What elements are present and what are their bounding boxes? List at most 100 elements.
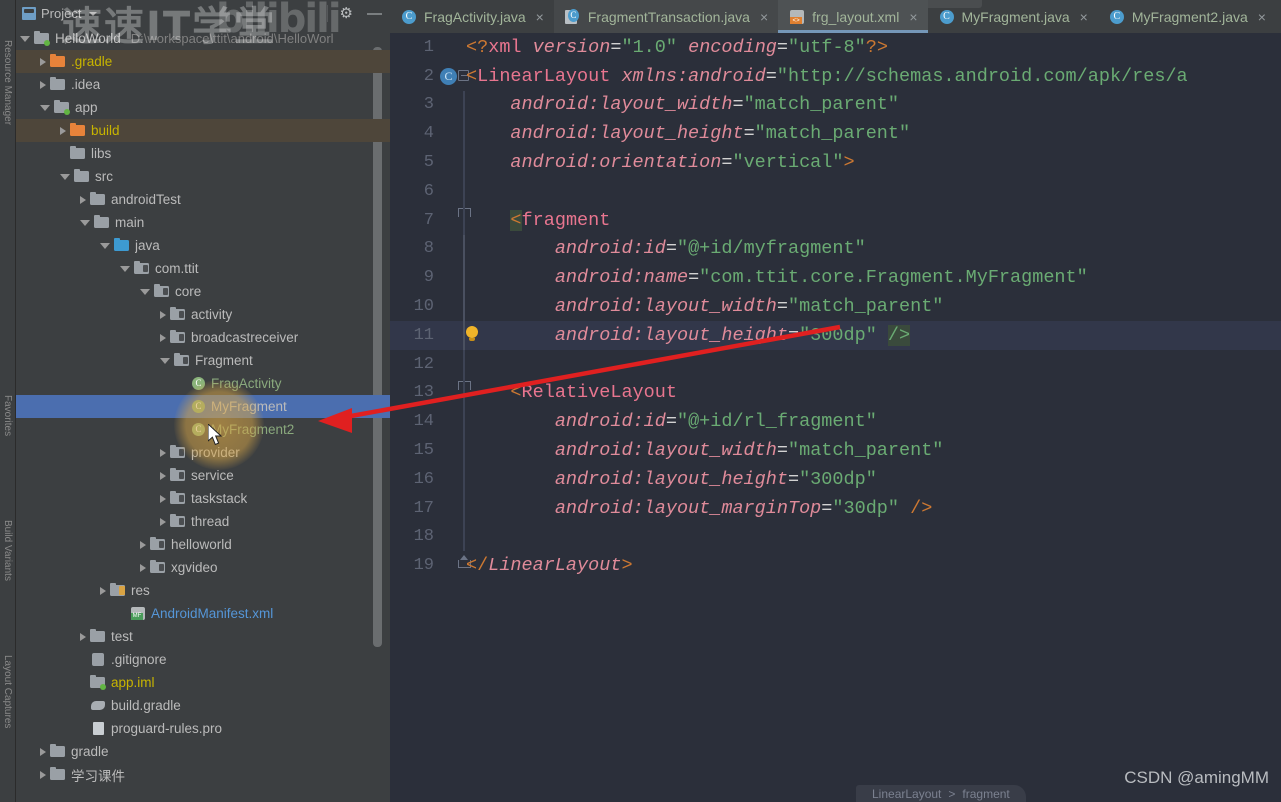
gutter-marker[interactable] xyxy=(434,464,466,494)
tree-row--idea[interactable]: .idea xyxy=(16,73,390,96)
tree-row-service[interactable]: service xyxy=(16,464,390,487)
code-line-10[interactable]: 10 android:layout_width="match_parent" xyxy=(390,292,1281,321)
chevron-right-icon[interactable] xyxy=(160,310,166,319)
chevron-down-icon[interactable] xyxy=(60,173,70,180)
tool-window-strip[interactable]: Resource Manager Favorites Build Variant… xyxy=(0,0,16,802)
tree-row-fragment[interactable]: Fragment xyxy=(16,349,390,372)
chevron-right-icon[interactable] xyxy=(160,471,166,480)
tree-row-com-ttit[interactable]: com.ttit xyxy=(16,257,390,280)
chevron-right-icon[interactable] xyxy=(80,632,86,641)
chevron-right-icon[interactable] xyxy=(160,448,166,457)
tree-row-app[interactable]: app xyxy=(16,96,390,119)
close-icon[interactable]: × xyxy=(909,9,917,25)
gutter-marker[interactable] xyxy=(434,320,478,350)
toolstrip-item-build-variants[interactable]: Build Variants xyxy=(2,520,13,581)
code-line-16[interactable]: 16 android:layout_height="300dp" xyxy=(390,464,1281,494)
code-line-8[interactable]: 8 android:id="@+id/myfragment" xyxy=(390,234,1281,264)
code-line-18[interactable]: 18 xyxy=(390,522,1281,552)
gutter-marker[interactable] xyxy=(434,176,466,206)
editor-tab-fragmenttransaction[interactable]: C FragmentTransaction.java × xyxy=(553,0,779,33)
tree-row-androidtest[interactable]: androidTest xyxy=(16,188,390,211)
chevron-right-icon[interactable] xyxy=(40,770,46,779)
tree-row-java[interactable]: java xyxy=(16,234,390,257)
gutter-marker[interactable] xyxy=(434,407,466,437)
code-line-14[interactable]: 14 android:id="@+id/rl_fragment" xyxy=(390,407,1281,437)
gutter-marker[interactable] xyxy=(434,148,466,177)
gutter-marker[interactable] xyxy=(434,378,471,408)
code-line-3[interactable]: 3 android:layout_width="match_parent" xyxy=(390,90,1281,120)
gutter-marker[interactable] xyxy=(434,349,466,379)
tree-row-core[interactable]: core xyxy=(16,280,390,303)
tree-row-app-iml[interactable]: app.iml xyxy=(16,671,390,694)
breadcrumb[interactable]: LinearLayout > fragment xyxy=(856,785,1026,802)
close-icon[interactable]: × xyxy=(1080,9,1088,25)
tree-row--[interactable]: 学习课件 xyxy=(16,763,390,786)
toolstrip-item-favorites[interactable]: Favorites xyxy=(2,395,13,436)
tree-row-taskstack[interactable]: taskstack xyxy=(16,487,390,510)
gutter-marker[interactable] xyxy=(434,90,466,120)
close-icon[interactable]: × xyxy=(536,9,544,25)
minimize-icon[interactable]: — xyxy=(367,6,382,21)
gutter-marker[interactable] xyxy=(434,493,466,523)
gutter-marker[interactable]: C xyxy=(434,62,469,91)
tree-row-xgvideo[interactable]: xgvideo xyxy=(16,556,390,579)
code-line-7[interactable]: 7 <fragment xyxy=(390,205,1281,235)
gear-icon[interactable]: ⚙ xyxy=(340,6,353,21)
tree-row-main[interactable]: main xyxy=(16,211,390,234)
chevron-right-icon[interactable] xyxy=(60,126,66,135)
editor-tab-frg-layout-xml[interactable]: frg_layout.xml × xyxy=(778,0,928,33)
code-line-2[interactable]: 2 C <LinearLayout xmlns:android="http://sc… xyxy=(390,62,1281,91)
gutter-marker[interactable] xyxy=(434,205,471,235)
tree-row-libs[interactable]: libs xyxy=(16,142,390,165)
chevron-right-icon[interactable] xyxy=(100,586,106,595)
tree-row-broadcastreceiver[interactable]: broadcastreceiver xyxy=(16,326,390,349)
gutter-marker[interactable] xyxy=(434,436,466,465)
editor-tab-myfragment2[interactable]: C MyFragment2.java × xyxy=(1098,0,1276,33)
code-line-15[interactable]: 15 android:layout_width="match_parent" xyxy=(390,436,1281,465)
chevron-right-icon[interactable] xyxy=(40,747,46,756)
tree-row-fragactivity[interactable]: C FragActivity xyxy=(16,372,390,395)
chevron-right-icon[interactable] xyxy=(80,195,86,204)
code-line-11[interactable]: 11 android:layout_height="300dp" /> xyxy=(390,320,1281,350)
gutter-marker[interactable] xyxy=(434,33,466,62)
editor-tab-bar[interactable]: C FragActivity.java × C FragmentTransact… xyxy=(390,0,1281,33)
chevron-right-icon[interactable] xyxy=(160,494,166,503)
breadcrumb-item-0[interactable]: LinearLayout xyxy=(872,787,941,801)
gutter-marker[interactable] xyxy=(434,292,466,321)
tree-row--gitignore[interactable]: .gitignore xyxy=(16,648,390,671)
gutter-marker[interactable] xyxy=(434,263,466,293)
toolstrip-item-layout-captures[interactable]: Layout Captures xyxy=(2,655,13,728)
code-content[interactable]: 1 <?xml version="1.0" encoding="utf-8"?> 2… xyxy=(390,33,1281,802)
tree-row-helloworld[interactable]: helloworld xyxy=(16,533,390,556)
tree-row-build-gradle[interactable]: build.gradle xyxy=(16,694,390,717)
close-icon[interactable]: × xyxy=(1258,9,1266,25)
tree-row-myfragment2[interactable]: C MyFragment2 xyxy=(16,418,390,441)
tree-row-proguard-rules-pro[interactable]: proguard-rules.pro xyxy=(16,717,390,740)
code-line-9[interactable]: 9 android:name="com.ttit.core.Fragment.M… xyxy=(390,263,1281,293)
chevron-right-icon[interactable] xyxy=(160,333,166,342)
chevron-right-icon[interactable] xyxy=(160,517,166,526)
code-line-1[interactable]: 1 <?xml version="1.0" encoding="utf-8"?> xyxy=(390,33,1281,62)
project-tree[interactable]: HelloWorld D:\workspace\ttit\android\Hel… xyxy=(16,27,390,802)
chevron-down-icon[interactable] xyxy=(100,242,110,249)
chevron-right-icon[interactable] xyxy=(40,80,46,89)
chevron-right-icon[interactable] xyxy=(40,57,46,66)
tree-row-gradle[interactable]: gradle xyxy=(16,740,390,763)
code-line-4[interactable]: 4 android:layout_height="match_parent" xyxy=(390,119,1281,149)
editor-tab-myfragment[interactable]: C MyFragment.java × xyxy=(928,0,1098,33)
chevron-right-icon[interactable] xyxy=(140,563,146,572)
chevron-right-icon[interactable] xyxy=(140,540,146,549)
code-line-17[interactable]: 17 android:layout_marginTop="30dp" /> xyxy=(390,493,1281,523)
tree-row-res[interactable]: res xyxy=(16,579,390,602)
tree-row-thread[interactable]: thread xyxy=(16,510,390,533)
chevron-down-icon[interactable] xyxy=(140,288,150,295)
editor-tab-fragactivity[interactable]: C FragActivity.java × xyxy=(390,0,554,33)
code-line-6[interactable]: 6 xyxy=(390,176,1281,206)
close-icon[interactable]: × xyxy=(760,9,768,25)
tree-row-androidmanifest-xml[interactable]: AndroidManifest.xml xyxy=(16,602,390,625)
gutter-marker[interactable] xyxy=(434,551,471,580)
gutter-marker[interactable] xyxy=(434,234,466,264)
gutter-marker[interactable] xyxy=(434,119,466,149)
chevron-down-icon[interactable] xyxy=(120,265,130,272)
code-line-19[interactable]: 19 </LinearLayout> xyxy=(390,551,1281,580)
